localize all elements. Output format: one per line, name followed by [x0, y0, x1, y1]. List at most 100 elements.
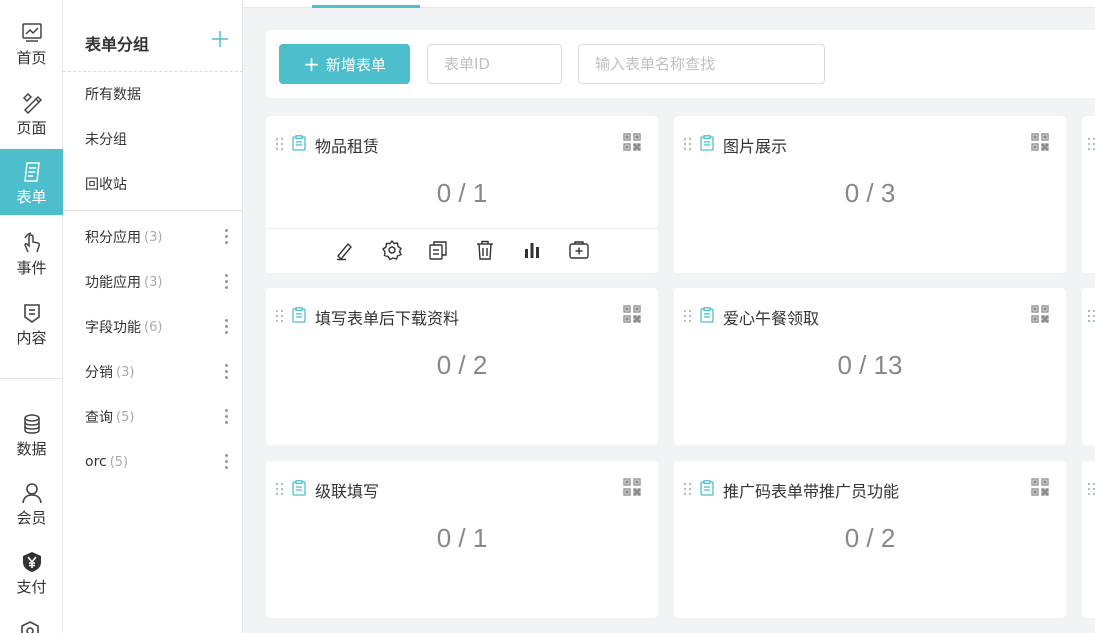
group-item-recycle-bin[interactable]: 回收站: [63, 166, 243, 202]
form-card-partial[interactable]: [1082, 288, 1095, 445]
form-name-search-input[interactable]: [578, 44, 825, 84]
form-icon: [23, 162, 40, 182]
drag-handle-icon[interactable]: [684, 138, 692, 150]
nav-pages[interactable]: 页面: [0, 82, 63, 148]
form-card[interactable]: 图片展示 0 / 3: [674, 116, 1066, 273]
group-item[interactable]: 功能应用 (3): [63, 264, 243, 300]
nav-data[interactable]: 数据: [0, 403, 63, 469]
database-icon: [23, 414, 40, 434]
form-card-stat: 0 / 1: [436, 178, 488, 208]
settings-nav-icon[interactable]: [19, 620, 41, 633]
form-id-input[interactable]: [427, 44, 562, 84]
form-small-icon: [292, 135, 306, 151]
form-card-title: 爱心午餐领取: [723, 309, 820, 328]
group-item[interactable]: 查询 (5): [63, 399, 243, 435]
nav-label: 会员: [16, 509, 47, 527]
form-card-actions: [266, 228, 658, 273]
drag-handle-icon[interactable]: [684, 310, 692, 322]
group-item-label: 未分组: [85, 132, 127, 148]
form-small-icon: [700, 307, 714, 323]
form-card[interactable]: 推广码表单带推广员功能 0 / 2: [674, 461, 1066, 618]
form-card[interactable]: 爱心午餐领取 0 / 13: [674, 288, 1066, 445]
drag-handle-icon[interactable]: [684, 483, 692, 495]
form-card-title: 级联填写: [315, 482, 380, 501]
group-item-count: (5): [109, 454, 129, 470]
user-icon: [21, 483, 42, 504]
edit-icon[interactable]: [334, 239, 356, 261]
add-group-icon[interactable]: [211, 30, 229, 48]
drag-handle-icon[interactable]: [276, 310, 284, 322]
form-card-stat: 0 / 2: [844, 523, 896, 553]
drag-handle-icon[interactable]: [1088, 138, 1095, 150]
more-icon[interactable]: [223, 229, 229, 245]
form-card-stat: 0 / 1: [436, 523, 488, 553]
qr-code-icon[interactable]: [623, 305, 641, 323]
new-form-label: 新增表单: [325, 55, 386, 74]
edit-tools-icon: [22, 92, 42, 114]
qr-code-icon[interactable]: [1031, 133, 1049, 151]
toolbar: + 新增表单: [266, 30, 1095, 98]
form-card-partial[interactable]: [1082, 461, 1095, 618]
form-card-title: 图片展示: [723, 137, 788, 156]
nav-label: 内容: [16, 329, 47, 347]
group-item-count: (5): [116, 409, 135, 425]
new-form-button[interactable]: + 新增表单: [279, 44, 410, 84]
settings-icon[interactable]: [381, 239, 403, 261]
form-small-icon: [700, 135, 714, 151]
form-card[interactable]: 物品租赁 0 / 1: [266, 116, 658, 273]
top-tab-strip: [243, 0, 1095, 8]
nav-home[interactable]: 首页: [0, 12, 63, 78]
form-card-title: 推广码表单带推广员功能: [723, 482, 900, 501]
group-item-all[interactable]: 所有数据: [63, 76, 243, 112]
qr-code-icon[interactable]: [623, 478, 641, 496]
group-item-label: 所有数据: [85, 87, 141, 103]
group-item-label: 积分应用: [85, 230, 141, 246]
qr-code-icon[interactable]: [623, 133, 641, 151]
stats-icon[interactable]: [521, 239, 543, 261]
form-card[interactable]: 填写表单后下载资料 0 / 2: [266, 288, 658, 445]
document-icon: [23, 304, 40, 323]
main-area: + 新增表单 物品租赁 0 / 1 图片展示 0 / 3 填写表单后下载资料 0 / 2 爱心…: [243, 0, 1095, 633]
form-card-partial[interactable]: [1082, 116, 1095, 273]
more-icon[interactable]: [223, 454, 229, 470]
more-icon[interactable]: [223, 409, 229, 425]
drag-handle-icon[interactable]: [1088, 310, 1095, 322]
form-card[interactable]: 级联填写 0 / 1: [266, 461, 658, 618]
group-item[interactable]: 分销 (3): [63, 354, 243, 390]
nav-members[interactable]: 会员: [0, 472, 63, 538]
nav-label: 支付: [16, 578, 47, 596]
nav-label: 首页: [16, 49, 47, 67]
drag-handle-icon[interactable]: [276, 483, 284, 495]
more-icon[interactable]: [223, 319, 229, 335]
group-item[interactable]: 字段功能 (6): [63, 309, 243, 345]
main-nav: 首页 页面 表单 事件 内容 数据 会员 支付: [0, 0, 63, 633]
drag-handle-icon[interactable]: [1088, 483, 1095, 495]
add-icon[interactable]: [568, 239, 590, 261]
nav-events[interactable]: 事件: [0, 222, 63, 288]
nav-label: 事件: [16, 259, 47, 277]
group-item-label: 功能应用: [85, 275, 141, 291]
qr-code-icon[interactable]: [1031, 305, 1049, 323]
nav-forms[interactable]: 表单: [0, 149, 63, 215]
qr-code-icon[interactable]: [1031, 478, 1049, 496]
form-card-stat: 0 / 2: [436, 350, 488, 380]
group-item[interactable]: 积分应用 (3): [63, 219, 243, 255]
form-card-title: 物品租赁: [315, 137, 380, 156]
nav-label: 页面: [16, 119, 47, 137]
group-item-label: 字段功能: [85, 320, 141, 336]
more-icon[interactable]: [223, 364, 229, 380]
form-card-stat: 0 / 3: [844, 178, 896, 208]
group-item-count: (3): [144, 229, 163, 245]
yen-icon: [22, 552, 41, 572]
form-small-icon: [700, 480, 714, 496]
more-icon[interactable]: [223, 274, 229, 290]
form-small-icon: [292, 307, 306, 323]
group-item[interactable]: orc (5): [63, 444, 243, 480]
delete-icon[interactable]: [474, 239, 496, 261]
drag-handle-icon[interactable]: [276, 138, 284, 150]
nav-content[interactable]: 内容: [0, 292, 63, 358]
form-card-stat: 0 / 13: [837, 350, 903, 380]
nav-payment[interactable]: 支付: [0, 541, 63, 607]
copy-icon[interactable]: [427, 239, 449, 261]
group-item-ungrouped[interactable]: 未分组: [63, 121, 243, 157]
